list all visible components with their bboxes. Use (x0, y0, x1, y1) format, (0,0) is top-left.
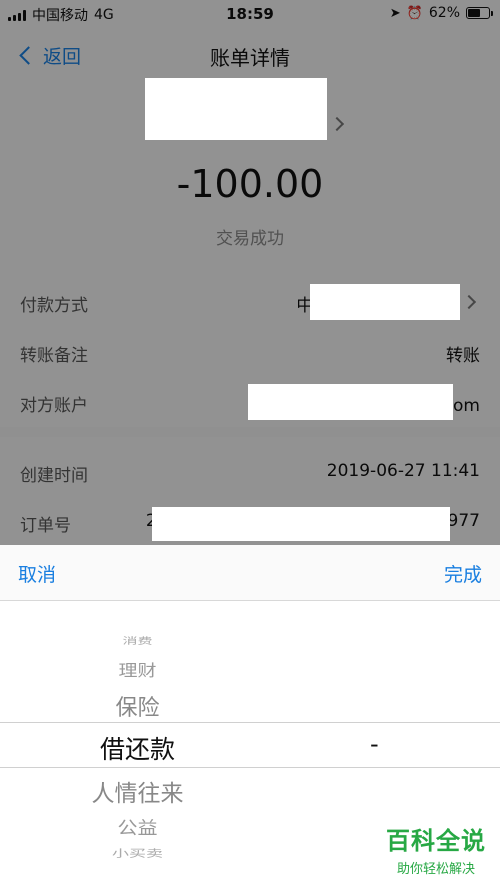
picker-item[interactable]: 保险 (0, 690, 275, 722)
redaction-box (248, 384, 453, 420)
cancel-button[interactable]: 取消 (18, 560, 56, 587)
picker-item[interactable]: 小买卖 (0, 845, 275, 860)
picker-item[interactable]: 人情往来 (0, 774, 275, 808)
picker-item[interactable]: 消费 (0, 634, 275, 647)
redaction-box (145, 78, 327, 140)
redaction-box (310, 284, 460, 320)
watermark: 百科全说 助你轻松解决 (386, 821, 486, 877)
redaction-box (152, 507, 450, 541)
watermark-subtitle: 助你轻松解决 (396, 862, 475, 877)
picker-item[interactable]: 理财 (0, 658, 275, 681)
picker-item-selected[interactable]: 借还款 (0, 730, 275, 766)
watermark-title: 百科全说 (386, 827, 486, 855)
done-button[interactable]: 完成 (444, 560, 482, 587)
picker-item[interactable]: 公益 (0, 814, 275, 840)
picker-toolbar: 取消 完成 (0, 545, 500, 601)
picker-second-column-value[interactable]: - (370, 730, 379, 758)
